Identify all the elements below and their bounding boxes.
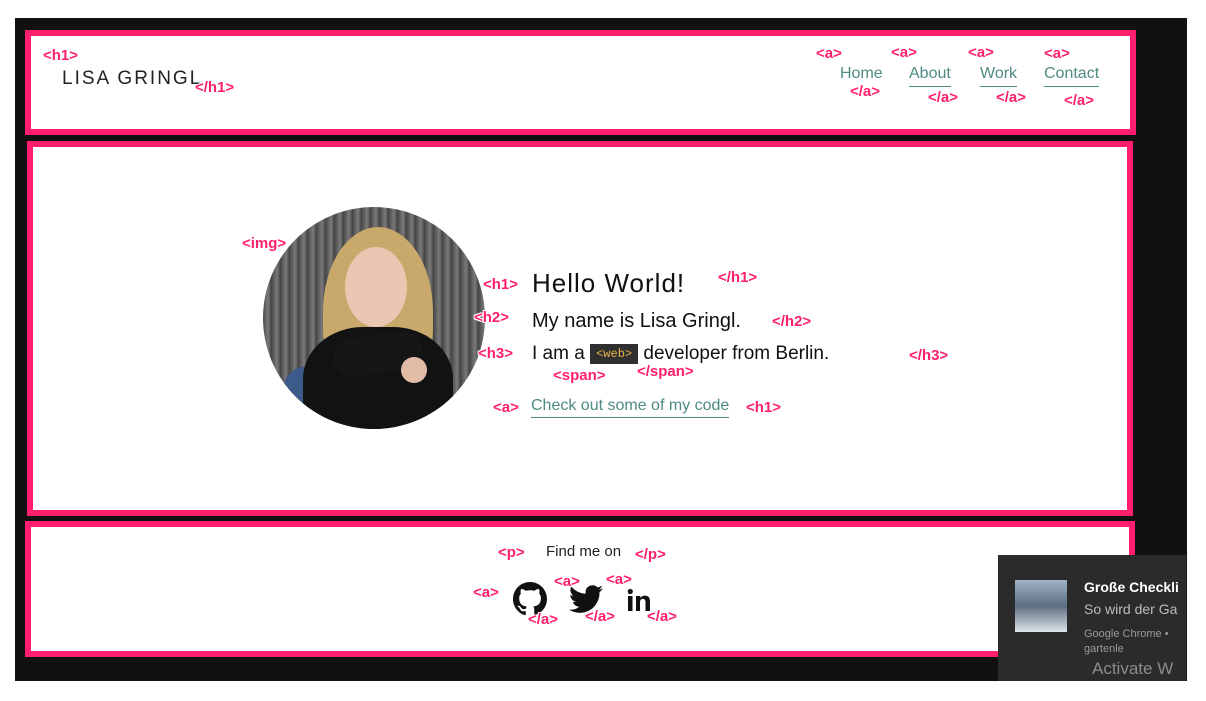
tag-a-open: <a> <box>473 584 499 601</box>
tag-span-open: <span> <box>553 367 606 384</box>
notification-title: Große Checkli <box>1084 579 1179 595</box>
hero-heading: Hello World! <box>532 268 686 298</box>
hero-intro-line: I am a <web> developer from Berlin. <box>532 343 829 365</box>
tag-a-close: </a> <box>647 608 678 625</box>
tag-h1-open: <h1> <box>483 276 519 293</box>
nav-link-contact[interactable]: Contact <box>1044 65 1100 87</box>
activate-windows-watermark: Activate W <box>1092 659 1174 678</box>
tag-span-close: </span> <box>637 363 694 380</box>
tag-h1-open: <h1> <box>746 399 782 416</box>
tag-h2-open: <h2> <box>474 309 510 326</box>
tag-a-close: </a> <box>996 89 1027 106</box>
tag-h1-open: <h1> <box>43 47 79 64</box>
notification-subtitle: So wird der Ga <box>1084 601 1178 617</box>
tag-a-close: </a> <box>585 608 616 625</box>
tag-a-close: </a> <box>928 89 959 106</box>
hero-name-line: My name is Lisa Gringl. <box>532 310 741 332</box>
notification-extra: gartenle <box>1084 643 1124 655</box>
tag-p-open: <p> <box>498 544 525 561</box>
tag-a-open: <a> <box>606 571 632 588</box>
tag-h3-open: <h3> <box>478 345 514 362</box>
tag-h2-close: </h2> <box>772 313 812 330</box>
tag-a-open: <a> <box>554 573 580 590</box>
tag-a-open: <a> <box>1044 45 1070 62</box>
web-code-badge: <web> <box>590 343 639 364</box>
tag-a-open: <a> <box>968 44 994 61</box>
find-me-text: Find me on <box>546 543 622 560</box>
tag-h1-close: </h1> <box>718 269 758 286</box>
tag-a-close: </a> <box>850 83 881 100</box>
notification-thumbnail <box>1015 580 1067 632</box>
tag-img: <img> <box>242 235 287 252</box>
notification-source: Google Chrome • <box>1084 628 1169 640</box>
tag-a-open: <a> <box>816 45 842 62</box>
nav-link-work[interactable]: Work <box>980 65 1018 87</box>
tag-a-close: </a> <box>528 611 559 628</box>
profile-photo <box>263 207 485 429</box>
tag-a-open: <a> <box>891 44 917 61</box>
nav-link-about[interactable]: About <box>909 65 951 87</box>
tag-a-open: <a> <box>493 399 519 416</box>
intro-prefix: I am a <box>532 343 585 364</box>
brand-title[interactable]: LISA GRINGL <box>62 68 202 90</box>
intro-suffix: developer from Berlin. <box>643 343 830 364</box>
tag-p-close: </p> <box>635 546 666 563</box>
tag-h1-close: </h1> <box>195 79 235 96</box>
tag-h3-close: </h3> <box>909 347 949 364</box>
code-link[interactable]: Check out some of my code <box>531 397 730 418</box>
tag-a-close: </a> <box>1064 92 1095 109</box>
